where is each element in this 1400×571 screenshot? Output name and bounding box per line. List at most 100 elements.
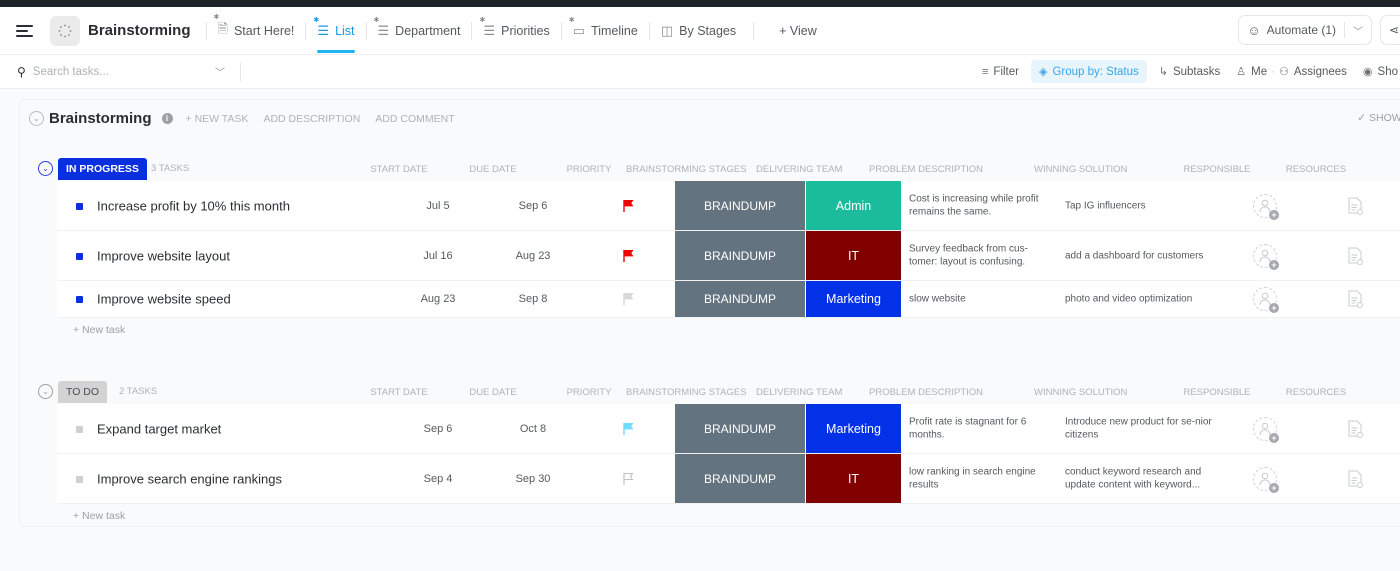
status-square-icon[interactable] <box>76 425 83 433</box>
winning-solution[interactable]: add a dashboard for customers <box>1065 249 1215 263</box>
column-header-stages[interactable]: BRAINSTORMING STAGES <box>626 387 747 398</box>
due-date[interactable]: Aug 23 <box>493 250 573 262</box>
winning-solution[interactable]: Introduce new product for se-nior citize… <box>1065 415 1215 442</box>
show-button[interactable]: ◉ Sho <box>1355 60 1400 83</box>
filter-button[interactable]: ≡ Filter <box>974 60 1027 83</box>
tab-start-here[interactable]: ✱ 🗎 Start Here! <box>207 7 306 55</box>
status-square-icon[interactable] <box>76 252 83 260</box>
status-square-icon[interactable] <box>76 296 83 303</box>
column-header-team[interactable]: DELIVERING TEAM <box>756 164 842 175</box>
problem-description[interactable]: Cost is increasing while profit remains … <box>909 192 1049 219</box>
column-header-due-date[interactable]: DUE DATE <box>453 164 533 175</box>
show-closed-toggle[interactable]: ✓ SHOW CL <box>1357 112 1400 124</box>
task-name[interactable]: Expand target market <box>97 421 221 436</box>
start-date[interactable]: Jul 16 <box>398 250 478 262</box>
team-badge[interactable]: Marketing <box>806 281 901 317</box>
team-badge[interactable]: Admin <box>806 181 901 230</box>
subtasks-button[interactable]: ↳ Subtasks <box>1151 60 1229 83</box>
new-task-button[interactable]: + New task <box>73 510 125 522</box>
add-view-button[interactable]: + View <box>768 7 828 55</box>
add-resource-icon[interactable] <box>1347 247 1363 265</box>
problem-description[interactable]: Survey feedback from cus-tomer: layout i… <box>909 242 1049 269</box>
column-header-solution[interactable]: WINNING SOLUTION <box>1034 387 1127 398</box>
search-input[interactable]: ⚲ Search tasks... ﹀ <box>17 64 225 80</box>
add-comment-link[interactable]: ADD COMMENT <box>375 113 454 125</box>
status-square-icon[interactable] <box>76 202 83 210</box>
column-header-responsible[interactable]: RESPONSIBLE <box>1177 164 1257 175</box>
stage-badge[interactable]: BRAINDUMP <box>675 181 805 230</box>
new-task-button[interactable]: + New task <box>73 324 125 336</box>
space-icon[interactable] <box>50 15 80 46</box>
priority-flag-icon[interactable] <box>621 249 635 263</box>
column-header-due-date[interactable]: DUE DATE <box>453 387 533 398</box>
collapse-group-icon[interactable]: ⌄ <box>38 384 53 399</box>
team-badge[interactable]: Marketing <box>806 404 901 453</box>
task-name[interactable]: Improve website layout <box>97 248 230 263</box>
add-assignee-icon[interactable]: + <box>1253 466 1279 493</box>
column-header-problem[interactable]: PROBLEM DESCRIPTION <box>869 164 983 175</box>
due-date[interactable]: Sep 30 <box>493 473 573 485</box>
add-resource-icon[interactable] <box>1347 420 1363 438</box>
priority-flag-icon[interactable] <box>621 292 635 306</box>
start-date[interactable]: Jul 5 <box>398 200 478 212</box>
automate-button[interactable]: ☺ Automate (1) ﹀ <box>1238 15 1372 45</box>
due-date[interactable]: Sep 6 <box>493 200 573 212</box>
add-assignee-icon[interactable]: + <box>1253 193 1279 220</box>
group-by-button[interactable]: ◈ Group by: Status <box>1030 60 1147 83</box>
add-description-link[interactable]: ADD DESCRIPTION <box>263 113 360 125</box>
column-header-start-date[interactable]: START DATE <box>359 164 439 175</box>
column-header-responsible[interactable]: RESPONSIBLE <box>1177 387 1257 398</box>
table-row[interactable]: Improve website layout Jul 16 Aug 23 BRA… <box>57 231 1400 281</box>
menu-icon[interactable] <box>16 24 33 37</box>
table-row[interactable]: Increase profit by 10% this month Jul 5 … <box>57 181 1400 231</box>
add-resource-icon[interactable] <box>1347 197 1363 215</box>
me-button[interactable]: ♙ Me <box>1228 60 1275 83</box>
team-badge[interactable]: IT <box>806 454 901 503</box>
collapse-icon[interactable]: ⌄ <box>29 111 44 126</box>
add-resource-icon[interactable] <box>1347 470 1363 488</box>
team-badge[interactable]: IT <box>806 231 901 280</box>
due-date[interactable]: Sep 8 <box>493 293 573 305</box>
tab-department[interactable]: ✱ ☰ Department <box>367 7 472 55</box>
start-date[interactable]: Aug 23 <box>398 293 478 305</box>
collapse-group-icon[interactable]: ⌄ <box>38 161 53 176</box>
priority-flag-icon[interactable] <box>621 422 635 436</box>
task-name[interactable]: Improve website speed <box>97 292 231 307</box>
share-button[interactable]: ⋖ <box>1380 15 1400 45</box>
chevron-down-icon[interactable]: ﹀ <box>1353 23 1363 38</box>
info-icon[interactable]: i <box>161 113 173 124</box>
column-header-priority[interactable]: PRIORITY <box>549 387 629 398</box>
priority-flag-icon[interactable] <box>621 199 635 213</box>
status-badge[interactable]: IN PROGRESS <box>58 158 147 180</box>
problem-description[interactable]: slow website <box>909 292 1049 306</box>
stage-badge[interactable]: BRAINDUMP <box>675 454 805 503</box>
winning-solution[interactable]: photo and video optimization <box>1065 292 1215 306</box>
problem-description[interactable]: Profit rate is stagnant for 6 months. <box>909 415 1049 442</box>
chevron-down-icon[interactable]: ﹀ <box>215 64 225 79</box>
stage-badge[interactable]: BRAINDUMP <box>675 404 805 453</box>
status-square-icon[interactable] <box>76 475 83 483</box>
start-date[interactable]: Sep 6 <box>398 423 478 435</box>
start-date[interactable]: Sep 4 <box>398 473 478 485</box>
tab-list[interactable]: ✱ ☰ List <box>306 7 365 55</box>
tab-by-stages[interactable]: ◫ By Stages <box>650 7 747 55</box>
table-row[interactable]: Improve search engine rankings Sep 4 Sep… <box>57 454 1400 504</box>
stage-badge[interactable]: BRAINDUMP <box>675 281 805 317</box>
column-header-start-date[interactable]: START DATE <box>359 387 439 398</box>
winning-solution[interactable]: Tap IG influencers <box>1065 199 1215 213</box>
column-header-resources[interactable]: RESOURCES <box>1276 164 1356 175</box>
column-header-priority[interactable]: PRIORITY <box>549 164 629 175</box>
task-name[interactable]: Increase profit by 10% this month <box>97 198 290 213</box>
due-date[interactable]: Oct 8 <box>493 423 573 435</box>
table-row[interactable]: Improve website speed Aug 23 Sep 8 BRAIN… <box>57 281 1400 318</box>
add-assignee-icon[interactable]: + <box>1253 287 1279 313</box>
priority-flag-icon[interactable] <box>621 472 635 486</box>
column-header-stages[interactable]: BRAINSTORMING STAGES <box>626 164 747 175</box>
table-row[interactable]: Expand target market Sep 6 Oct 8 BRAINDU… <box>57 404 1400 454</box>
new-task-link[interactable]: + NEW TASK <box>186 113 249 125</box>
assignees-button[interactable]: ⚇ Assignees <box>1271 60 1355 83</box>
status-badge[interactable]: TO DO <box>58 381 108 403</box>
add-assignee-icon[interactable]: + <box>1253 243 1279 270</box>
tab-priorities[interactable]: ✱ ☰ Priorities <box>472 7 560 55</box>
column-header-team[interactable]: DELIVERING TEAM <box>756 387 842 398</box>
